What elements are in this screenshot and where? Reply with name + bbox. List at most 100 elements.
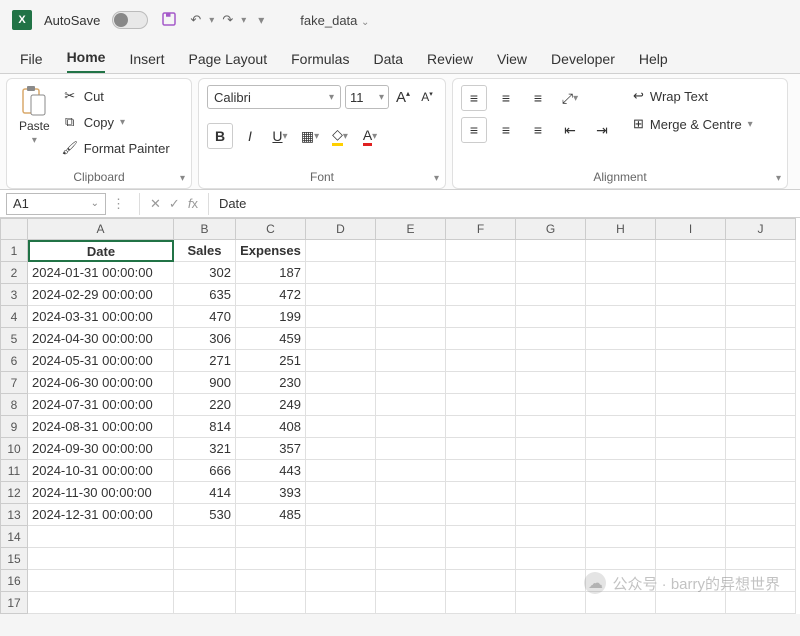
cell[interactable] [586, 482, 656, 504]
cell[interactable] [656, 504, 726, 526]
cell[interactable] [306, 592, 376, 614]
cell[interactable] [446, 438, 516, 460]
increase-font-icon[interactable]: A▴ [393, 89, 413, 106]
cell[interactable]: 814 [174, 416, 236, 438]
cell[interactable] [656, 350, 726, 372]
bold-button[interactable]: B [207, 123, 233, 149]
cut-button[interactable]: ✂Cut [62, 85, 170, 107]
cell[interactable] [28, 526, 174, 548]
cell[interactable] [656, 328, 726, 350]
cell[interactable] [306, 526, 376, 548]
cell[interactable] [586, 372, 656, 394]
tab-help[interactable]: Help [639, 45, 668, 73]
name-box[interactable]: A1⌄ [6, 193, 106, 215]
cell[interactable] [306, 438, 376, 460]
font-size-select[interactable]: 11▾ [345, 85, 389, 109]
row-header[interactable]: 7 [0, 372, 28, 394]
cell[interactable]: 302 [174, 262, 236, 284]
row-header[interactable]: 10 [0, 438, 28, 460]
cell[interactable] [656, 306, 726, 328]
cell[interactable] [726, 240, 796, 262]
row-header[interactable]: 11 [0, 460, 28, 482]
cell[interactable]: 2024-02-29 00:00:00 [28, 284, 174, 306]
cell[interactable]: 635 [174, 284, 236, 306]
cell[interactable] [376, 482, 446, 504]
cell[interactable] [376, 438, 446, 460]
cell[interactable] [726, 548, 796, 570]
cell[interactable]: 2024-10-31 00:00:00 [28, 460, 174, 482]
cell[interactable] [586, 328, 656, 350]
cell[interactable] [726, 416, 796, 438]
cell[interactable]: 530 [174, 504, 236, 526]
cell[interactable] [656, 394, 726, 416]
cell[interactable]: 2024-12-31 00:00:00 [28, 504, 174, 526]
cell[interactable]: 306 [174, 328, 236, 350]
cell[interactable] [376, 570, 446, 592]
font-name-select[interactable]: Calibri▾ [207, 85, 341, 109]
cell[interactable] [306, 350, 376, 372]
cell[interactable]: Sales [174, 240, 236, 262]
cell[interactable] [516, 262, 586, 284]
cell[interactable]: 408 [236, 416, 306, 438]
column-header[interactable]: C [236, 218, 306, 240]
align-right-button[interactable]: ≡ [525, 117, 551, 143]
cell[interactable]: 199 [236, 306, 306, 328]
cell[interactable] [446, 548, 516, 570]
cell[interactable] [376, 350, 446, 372]
cell[interactable] [516, 504, 586, 526]
cell[interactable] [726, 592, 796, 614]
cell[interactable] [726, 372, 796, 394]
cell[interactable]: 2024-04-30 00:00:00 [28, 328, 174, 350]
cell[interactable] [376, 372, 446, 394]
align-center-button[interactable]: ≡ [493, 117, 519, 143]
cell[interactable] [376, 416, 446, 438]
filename-dropdown[interactable]: ⌄ [361, 17, 369, 28]
cell[interactable] [516, 328, 586, 350]
tab-view[interactable]: View [497, 45, 527, 73]
cell[interactable] [306, 548, 376, 570]
cell[interactable] [726, 262, 796, 284]
row-header[interactable]: 2 [0, 262, 28, 284]
cell[interactable]: 414 [174, 482, 236, 504]
formula-input[interactable]: Date [209, 196, 800, 211]
tab-insert[interactable]: Insert [129, 45, 164, 73]
cell[interactable] [516, 482, 586, 504]
cell[interactable] [656, 548, 726, 570]
decrease-indent-button[interactable]: ⇤ [557, 117, 583, 143]
cell[interactable] [446, 570, 516, 592]
cell[interactable]: 249 [236, 394, 306, 416]
row-header[interactable]: 12 [0, 482, 28, 504]
cell[interactable] [306, 416, 376, 438]
cell[interactable] [376, 328, 446, 350]
tab-file[interactable]: File [20, 45, 43, 73]
cell[interactable]: 2024-01-31 00:00:00 [28, 262, 174, 284]
cell[interactable] [376, 306, 446, 328]
cell[interactable] [656, 372, 726, 394]
cell[interactable] [656, 416, 726, 438]
cell[interactable] [446, 350, 516, 372]
cell[interactable] [376, 460, 446, 482]
tab-data[interactable]: Data [373, 45, 403, 73]
cell[interactable]: 666 [174, 460, 236, 482]
cell[interactable] [726, 526, 796, 548]
cell[interactable] [586, 240, 656, 262]
cell[interactable] [306, 394, 376, 416]
cell[interactable] [516, 306, 586, 328]
cell[interactable] [376, 504, 446, 526]
column-header[interactable]: F [446, 218, 516, 240]
cell[interactable]: Date [28, 240, 174, 262]
cell[interactable] [174, 592, 236, 614]
cell[interactable] [446, 416, 516, 438]
cell[interactable] [376, 394, 446, 416]
row-header[interactable]: 8 [0, 394, 28, 416]
undo-icon[interactable]: ↶ [190, 12, 201, 28]
cell[interactable] [376, 284, 446, 306]
cell[interactable] [446, 460, 516, 482]
cell[interactable]: 485 [236, 504, 306, 526]
copy-button[interactable]: ⧉Copy ▾ [62, 111, 170, 133]
row-header[interactable]: 5 [0, 328, 28, 350]
cell[interactable] [586, 416, 656, 438]
copy-dropdown-icon[interactable]: ▾ [120, 117, 125, 128]
column-header[interactable]: D [306, 218, 376, 240]
underline-button[interactable]: U ▾ [267, 123, 293, 149]
